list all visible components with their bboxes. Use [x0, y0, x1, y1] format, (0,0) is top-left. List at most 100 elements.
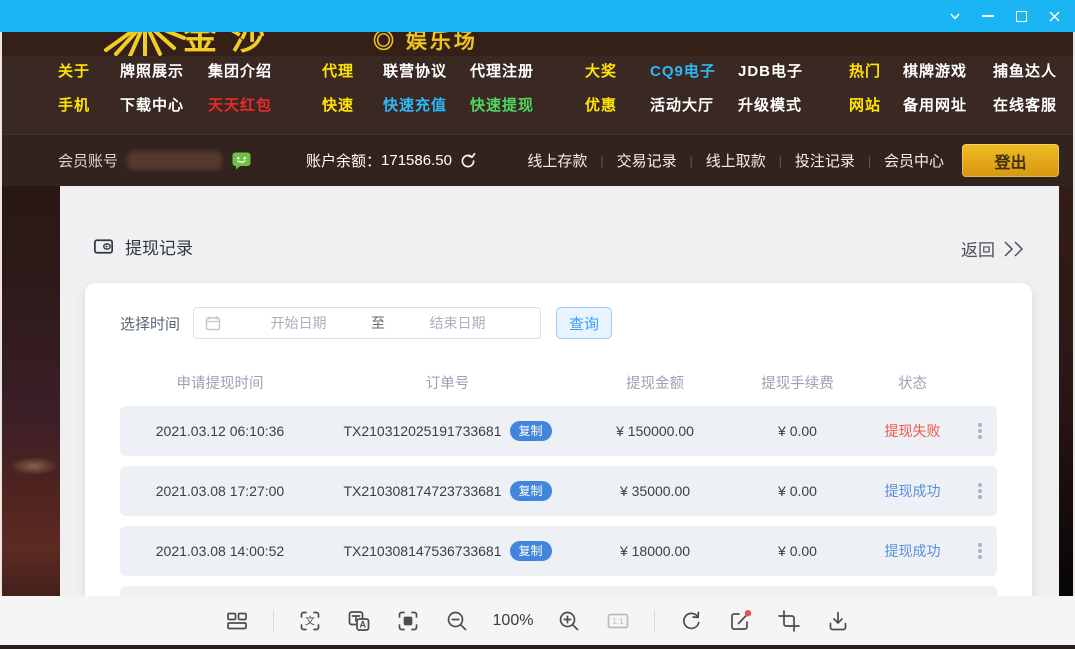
status-badge: 提现成功: [860, 541, 965, 561]
calendar-icon[interactable]: [204, 314, 222, 332]
rotate-icon[interactable]: [678, 608, 704, 634]
nav-backup-url[interactable]: 备用网址: [903, 94, 967, 115]
link-transaction-log[interactable]: 交易记录: [617, 150, 677, 171]
header-apply-time: 申请提现时间: [120, 372, 320, 393]
table-row: 2021.03.08 14:00:52 TX210308147536733681…: [120, 526, 997, 576]
nav-fishing[interactable]: 捕鱼达人: [993, 60, 1057, 81]
copy-button[interactable]: 复制: [510, 481, 552, 501]
header-status: 状态: [860, 372, 965, 393]
svg-text:1:1: 1:1: [613, 616, 625, 626]
member-account-value-redacted: [127, 151, 222, 170]
cell-time: 2021.03.12 06:10:36: [120, 423, 320, 439]
nav-chess-games[interactable]: 棋牌游戏: [903, 60, 967, 81]
cell-amount: ¥ 150000.00: [575, 423, 735, 439]
translate-icon[interactable]: A: [346, 608, 372, 634]
withdraw-records-card: 选择时间 至 查询 申请提现时间 订单号 提现金额: [85, 283, 1032, 596]
zoom-in-icon[interactable]: [556, 608, 582, 634]
table-row-partial: [120, 586, 997, 596]
row-menu-kebab-icon[interactable]: [965, 539, 995, 564]
cell-fee: ¥ 0.00: [735, 543, 860, 559]
nav-quick[interactable]: 快速: [322, 94, 354, 115]
row-menu-kebab-icon[interactable]: [965, 419, 995, 444]
layout-grid-icon[interactable]: [224, 608, 250, 634]
nav-license[interactable]: 牌照展示: [120, 60, 184, 81]
titlebar: [0, 0, 1075, 32]
close-button[interactable]: [1047, 9, 1061, 23]
svg-text:文: 文: [305, 614, 315, 627]
cell-amount: ¥ 18000.00: [575, 543, 735, 559]
back-link[interactable]: 返回: [961, 236, 1027, 261]
nav-activity-hall[interactable]: 活动大厅: [650, 94, 714, 115]
link-online-deposit[interactable]: 线上存款: [527, 150, 587, 171]
nav-online-service[interactable]: 在线客服: [993, 94, 1057, 115]
fit-screen-icon[interactable]: [395, 608, 421, 634]
filter-label: 选择时间: [120, 313, 180, 334]
link-online-withdraw[interactable]: 线上取款: [706, 150, 766, 171]
page-title: 提现记录: [125, 234, 193, 259]
logo-suffix-text: ◎ 娱乐场: [373, 32, 478, 55]
refresh-balance-icon[interactable]: [459, 152, 477, 170]
nav-agent-register[interactable]: 代理注册: [470, 60, 534, 81]
nav-row-1: 关于 牌照展示 集团介绍 代理 联营协议 代理注册 大奖 CQ9电子 JDB电子…: [0, 60, 1075, 82]
site-header: 金沙 ◎ 娱乐场 关于 牌照展示 集团介绍 代理 联营协议 代理注册 大奖 CQ…: [0, 32, 1075, 186]
end-date-input[interactable]: [385, 315, 530, 331]
link-member-center[interactable]: 会员中心: [884, 150, 944, 171]
account-bar: 会员账号 账户余额： 171586.50 线上存款| 交易记录| 线上: [0, 134, 1075, 186]
copy-button[interactable]: 复制: [510, 421, 552, 441]
chevron-down-icon[interactable]: [948, 9, 962, 23]
balance-label: 账户余额：: [306, 150, 381, 171]
download-icon[interactable]: [825, 608, 851, 634]
header-fee: 提现手续费: [735, 372, 860, 393]
nav-promo[interactable]: 优惠: [585, 94, 617, 115]
svg-text:A: A: [359, 619, 366, 629]
logout-button[interactable]: 登出: [962, 144, 1059, 177]
edit-icon[interactable]: [727, 608, 753, 634]
nav-about[interactable]: 关于: [58, 60, 90, 81]
cell-amount: ¥ 35000.00: [575, 483, 735, 499]
app-window: 金沙 ◎ 娱乐场 关于 牌照展示 集团介绍 代理 联营协议 代理注册 大奖 CQ…: [0, 0, 1075, 649]
nav-agent[interactable]: 代理: [322, 60, 354, 81]
zoom-out-icon[interactable]: [444, 608, 470, 634]
account-links: 线上存款| 交易记录| 线上取款| 投注记录| 会员中心: [527, 150, 944, 171]
date-range-input[interactable]: 至: [193, 307, 541, 339]
nav-website[interactable]: 网站: [849, 94, 881, 115]
minimize-button[interactable]: [981, 9, 995, 23]
table-row: 2021.03.08 17:27:00 TX210308174723733681…: [120, 466, 997, 516]
nav-cq9[interactable]: CQ9电子: [650, 60, 716, 81]
actual-size-icon[interactable]: 1:1: [605, 608, 631, 634]
window-bottom-edge: [0, 645, 1075, 649]
member-account-label: 会员账号: [58, 150, 118, 171]
status-badge: 提现失败: [860, 421, 965, 441]
background-image-right: [1059, 186, 1073, 596]
chat-icon[interactable]: [231, 151, 252, 171]
nav-jdb[interactable]: JDB电子: [738, 60, 803, 81]
background-image-left: [2, 186, 60, 596]
link-bet-records[interactable]: 投注记录: [795, 150, 855, 171]
row-menu-kebab-icon[interactable]: [965, 479, 995, 504]
nav-download-center[interactable]: 下载中心: [120, 94, 184, 115]
cell-order: TX210308174723733681: [343, 483, 501, 499]
table-header-row: 申请提现时间 订单号 提现金额 提现手续费 状态: [120, 367, 997, 397]
nav-hot[interactable]: 热门: [849, 60, 881, 81]
table-row: 2021.03.12 06:10:36 TX210312025191733681…: [120, 406, 997, 456]
nav-quick-withdraw[interactable]: 快速提现: [470, 94, 534, 115]
header-order-no: 订单号: [320, 372, 575, 393]
status-badge: 提现成功: [860, 481, 965, 501]
start-date-input[interactable]: [226, 315, 371, 331]
maximize-button[interactable]: [1014, 9, 1028, 23]
logo-brand-text: 金沙: [183, 32, 279, 56]
nav-quick-deposit[interactable]: 快速充值: [383, 94, 447, 115]
cell-fee: ¥ 0.00: [735, 423, 860, 439]
nav-red-packet[interactable]: 天天红包: [208, 94, 272, 115]
nav-group-intro[interactable]: 集团介绍: [208, 60, 272, 81]
nav-joint-agreement[interactable]: 联营协议: [383, 60, 447, 81]
nav-jackpot[interactable]: 大奖: [585, 60, 617, 81]
ocr-select-icon[interactable]: 文: [297, 608, 323, 634]
crop-icon[interactable]: [776, 608, 802, 634]
nav-mobile[interactable]: 手机: [58, 94, 90, 115]
copy-button[interactable]: 复制: [510, 541, 552, 561]
nav-upgrade-mode[interactable]: 升级模式: [738, 94, 802, 115]
cell-fee: ¥ 0.00: [735, 483, 860, 499]
main-content: 提现记录 返回 选择时间 至: [0, 186, 1075, 596]
query-button[interactable]: 查询: [556, 307, 612, 339]
